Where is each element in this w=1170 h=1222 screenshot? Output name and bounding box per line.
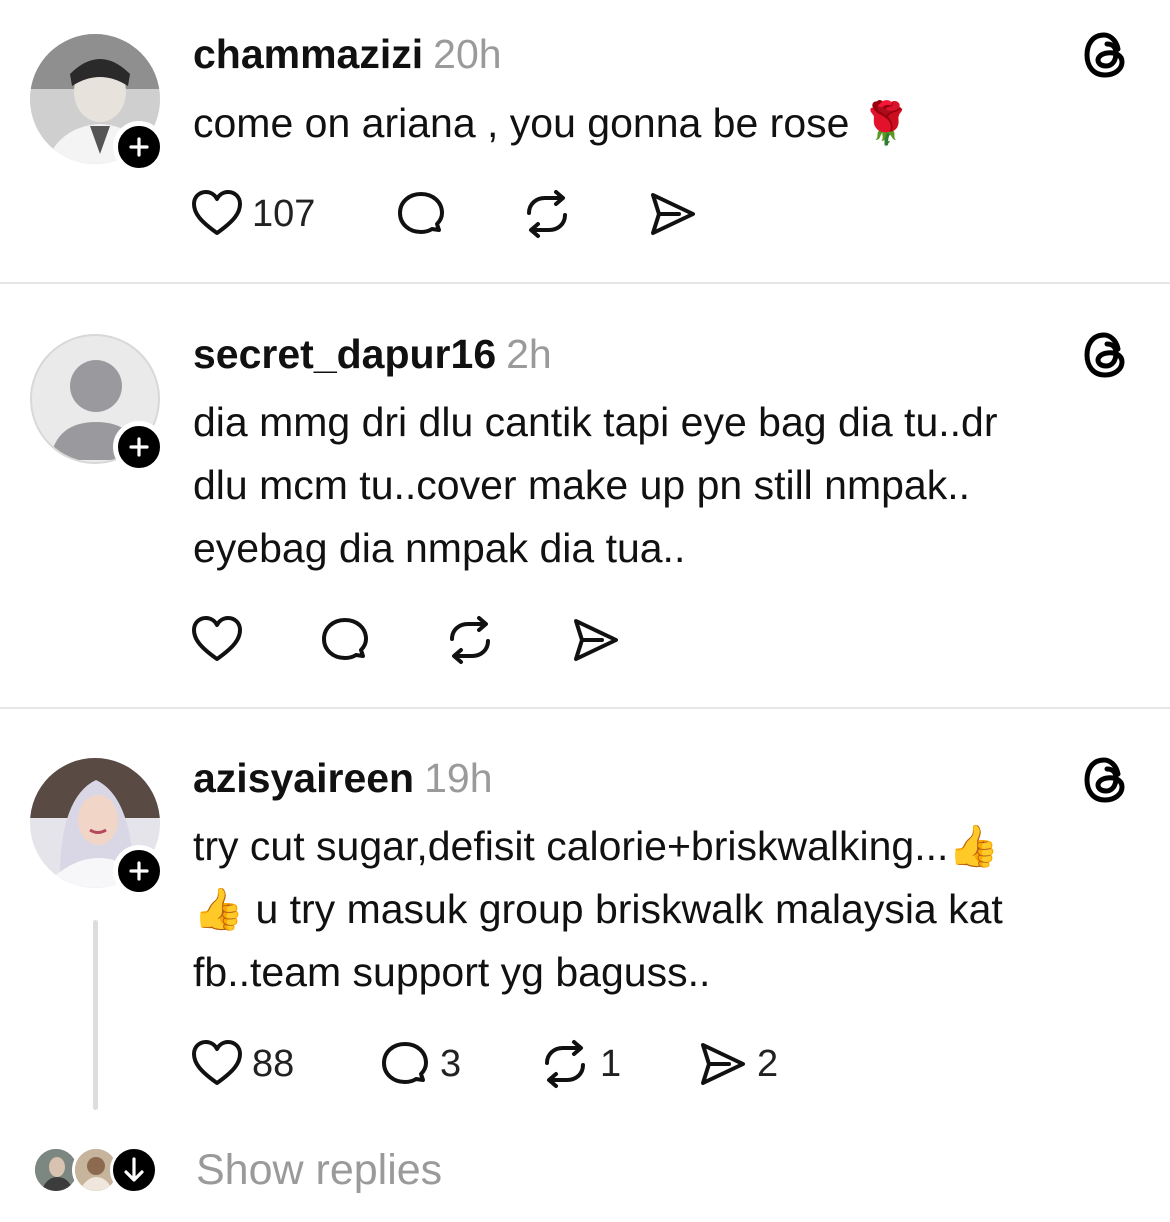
- threads-icon[interactable]: [1082, 29, 1130, 81]
- post-text-line: try cut sugar,defisit calorie+briskwalki…: [193, 823, 1000, 869]
- threads-icon[interactable]: [1082, 754, 1130, 806]
- post-text-line: dia mmg dri dlu cantik tapi eye bag dia …: [193, 399, 998, 445]
- plus-icon: [129, 137, 149, 157]
- repost-button[interactable]: [443, 612, 497, 668]
- follow-button[interactable]: [113, 845, 165, 897]
- username[interactable]: azisyaireen: [193, 755, 414, 801]
- show-replies-link[interactable]: Show replies: [196, 1146, 442, 1195]
- reply-button[interactable]: [318, 612, 372, 668]
- reply-button[interactable]: 3: [378, 1036, 461, 1092]
- post-header: chammazizi 20h: [193, 30, 502, 78]
- repost-icon: [527, 190, 567, 238]
- username[interactable]: secret_dapur16: [193, 331, 496, 377]
- post-text: dia mmg dri dlu cantik tapi eye bag dia …: [193, 391, 1143, 580]
- heart-icon: [192, 616, 242, 661]
- comment-icon: [322, 618, 368, 660]
- like-count: 88: [252, 1042, 295, 1085]
- repost-count: 1: [600, 1042, 622, 1085]
- share-button[interactable]: [645, 186, 699, 242]
- post-header: secret_dapur16 2h: [193, 330, 552, 378]
- repost-icon: [450, 616, 490, 664]
- share-button[interactable]: [568, 612, 622, 668]
- heart-icon: [192, 1040, 242, 1085]
- expand-replies-icon[interactable]: [110, 1146, 158, 1194]
- threads-icon[interactable]: [1082, 329, 1130, 381]
- comment-icon: [398, 192, 444, 234]
- like-count: 107: [252, 192, 316, 235]
- send-icon: [574, 619, 618, 661]
- divider: [0, 282, 1170, 284]
- send-icon: [701, 1043, 745, 1085]
- timestamp: 2h: [506, 331, 552, 377]
- divider: [0, 707, 1170, 709]
- post-text-line: 👍 u try masuk group briskwalk malaysia k…: [193, 886, 1003, 932]
- follow-button[interactable]: [113, 121, 165, 173]
- timestamp: 20h: [433, 31, 502, 77]
- post-text-line: fb..team support yg baguss..: [193, 949, 711, 995]
- thread-line: [93, 920, 98, 1110]
- like-button[interactable]: [190, 612, 244, 668]
- comment-icon: [382, 1042, 428, 1084]
- like-button[interactable]: 107: [190, 186, 315, 242]
- reply-button[interactable]: [394, 186, 448, 242]
- repost-icon: [545, 1040, 585, 1088]
- post-text-line: come on ariana , you gonna be rose 🌹: [193, 100, 912, 146]
- post-text: come on ariana , you gonna be rose 🌹: [193, 92, 1143, 155]
- repost-button[interactable]: [520, 186, 574, 242]
- repost-button[interactable]: 1: [538, 1036, 621, 1092]
- post-text: try cut sugar,defisit calorie+briskwalki…: [193, 815, 1143, 1004]
- follow-button[interactable]: [113, 421, 165, 473]
- reply-count: 3: [440, 1042, 462, 1085]
- post-header: azisyaireen 19h: [193, 754, 493, 802]
- post-text-line: dlu mcm tu..cover make up pn still nmpak…: [193, 462, 971, 508]
- like-button[interactable]: 88: [190, 1036, 294, 1092]
- send-icon: [651, 193, 695, 235]
- timestamp: 19h: [424, 755, 493, 801]
- share-button[interactable]: 2: [695, 1036, 778, 1092]
- heart-icon: [192, 190, 242, 235]
- plus-icon: [129, 861, 149, 881]
- share-count: 2: [757, 1042, 779, 1085]
- username[interactable]: chammazizi: [193, 31, 423, 77]
- post-text-line: eyebag dia nmpak dia tua..: [193, 525, 686, 571]
- plus-icon: [129, 437, 149, 457]
